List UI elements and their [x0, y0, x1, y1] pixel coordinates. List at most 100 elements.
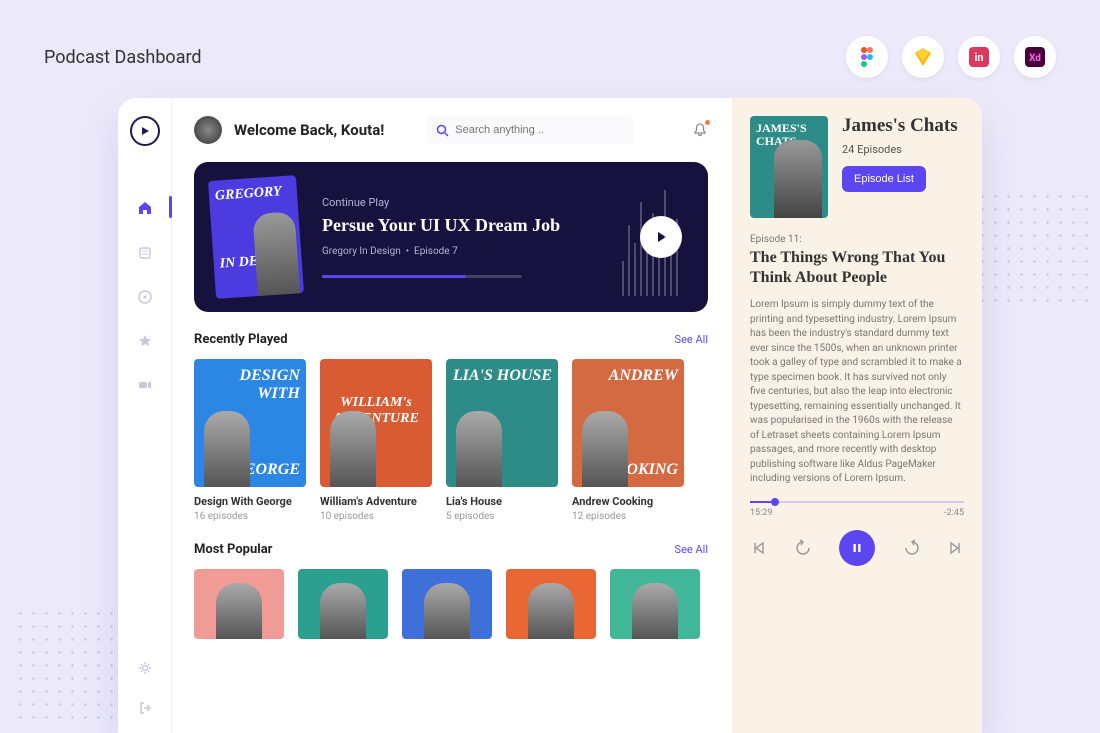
hero-cover-person	[252, 211, 300, 296]
cover-person	[424, 583, 470, 639]
cover-person	[320, 583, 366, 639]
podcast-cover-art: WILLIAM's ADVENTURE	[320, 359, 432, 487]
player-forward-button[interactable]	[903, 539, 921, 557]
detail-cover-art: JAMES'S CHATS	[750, 116, 828, 218]
player-progress[interactable]	[750, 501, 964, 503]
detail-episode-label: Episode 11:	[750, 234, 964, 245]
waveform-decoration	[622, 178, 692, 296]
xd-icon[interactable]: Xd	[1014, 36, 1056, 78]
welcome-text: Welcome Back, Kouta!	[234, 121, 384, 139]
player-prev-button[interactable]	[752, 541, 766, 555]
hero-progress[interactable]	[322, 275, 522, 278]
invision-icon[interactable]: in	[958, 36, 1000, 78]
podcast-card[interactable]: LIA'S HOUSE Lia's House 5 episodes	[446, 359, 558, 522]
sketch-icon[interactable]	[902, 36, 944, 78]
podcast-title: William's Adventure	[320, 495, 432, 508]
most-popular-heading: Most Popular	[194, 542, 272, 557]
popular-cover[interactable]	[506, 569, 596, 639]
cover-person	[528, 583, 574, 639]
podcast-card[interactable]: DESIGN WITHGEORGE Design With George 16 ep…	[194, 359, 306, 522]
main-content: Welcome Back, Kouta! GREGORY IN DESIGN	[172, 98, 732, 733]
podcast-cover-art: DESIGN WITHGEORGE	[194, 359, 306, 487]
podcast-cover-art: ANDREWCOOKING	[572, 359, 684, 487]
player-pause-button[interactable]	[839, 530, 875, 566]
podcast-title: Lia's House	[446, 495, 558, 508]
popular-cover[interactable]	[402, 569, 492, 639]
cover-text: LIA'S HOUSE	[453, 367, 552, 385]
podcast-episode-count: 16 episodes	[194, 511, 306, 522]
search-box[interactable]	[426, 116, 634, 144]
nav-explore[interactable]	[138, 290, 152, 304]
detail-cover-person	[774, 140, 822, 218]
continue-play-card[interactable]: GREGORY IN DESIGN Continue Play Persue Y…	[194, 162, 708, 312]
hero-cover-text-1: GREGORY	[215, 184, 283, 205]
cover-person	[456, 411, 502, 487]
sidebar	[118, 98, 172, 733]
player-next-button[interactable]	[948, 541, 962, 555]
most-popular-list	[194, 569, 708, 639]
search-input[interactable]	[455, 124, 624, 136]
cover-text: DESIGN WITH	[194, 367, 300, 403]
notifications-button[interactable]	[692, 122, 708, 138]
decorative-dots	[14, 607, 134, 727]
hero-meta: Gregory In Design • Episode 7	[322, 246, 640, 257]
cover-person	[216, 583, 262, 639]
content-header: Welcome Back, Kouta!	[194, 116, 708, 144]
tool-icon-row: in Xd	[846, 36, 1056, 78]
nav-video[interactable]	[138, 378, 152, 392]
svg-text:Xd: Xd	[1029, 53, 1041, 64]
recently-played-list: DESIGN WITHGEORGE Design With George 16 ep…	[194, 359, 708, 522]
pause-icon	[850, 541, 864, 555]
podcast-card[interactable]: ANDREWCOOKING Andrew Cooking 12 episodes	[572, 359, 684, 522]
cover-text: ANDREW	[609, 367, 678, 385]
podcast-episode-count: 12 episodes	[572, 511, 684, 522]
dashboard: Welcome Back, Kouta! GREGORY IN DESIGN	[118, 98, 982, 733]
user-avatar[interactable]	[194, 116, 222, 144]
figma-icon[interactable]	[846, 36, 888, 78]
podcast-episode-count: 5 episodes	[446, 511, 558, 522]
nav-settings[interactable]	[138, 661, 152, 675]
nav-home[interactable]	[137, 200, 153, 216]
popular-cover[interactable]	[610, 569, 700, 639]
recently-played-see-all[interactable]: See All	[675, 333, 708, 346]
forward-icon	[903, 539, 921, 557]
decorative-dots	[976, 190, 1096, 310]
hero-cover-art: GREGORY IN DESIGN	[208, 175, 304, 299]
hero-title: Persue Your UI UX Dream Job	[322, 215, 640, 236]
nav-favorites[interactable]	[138, 334, 152, 348]
detail-description: Lorem Ipsum is simply dummy text of the …	[750, 298, 964, 487]
detail-episode-title: The Things Wrong That You Think About Pe…	[750, 248, 964, 288]
svg-text:in: in	[974, 51, 983, 64]
podcast-episode-count: 10 episodes	[320, 511, 432, 522]
rewind-icon	[794, 539, 812, 557]
player-time-remaining: -2:45	[944, 508, 964, 518]
detail-panel: JAMES'S CHATS James's Chats 24 Episodes …	[732, 98, 982, 733]
page-title: Podcast Dashboard	[44, 47, 202, 68]
nav-logout[interactable]	[138, 701, 152, 715]
cover-person	[204, 411, 250, 487]
podcast-title: Design With George	[194, 495, 306, 508]
cover-person	[632, 583, 678, 639]
cover-person	[330, 411, 376, 487]
episode-list-button[interactable]: Episode List	[842, 166, 926, 192]
nav-library[interactable]	[138, 246, 152, 260]
detail-show-title: James's Chats	[842, 116, 964, 137]
podcast-cover-art: LIA'S HOUSE	[446, 359, 558, 487]
most-popular-see-all[interactable]: See All	[675, 543, 708, 556]
podcast-card[interactable]: WILLIAM's ADVENTURE William's Adventure 10…	[320, 359, 432, 522]
hero-subtitle: Continue Play	[322, 196, 640, 209]
player-controls	[750, 530, 964, 566]
search-icon	[436, 124, 449, 137]
popular-cover[interactable]	[298, 569, 388, 639]
app-logo[interactable]	[130, 116, 160, 146]
player-rewind-button[interactable]	[794, 539, 812, 557]
bell-icon	[692, 122, 708, 138]
cover-person	[582, 411, 628, 487]
detail-episode-count: 24 Episodes	[842, 143, 964, 156]
popular-cover[interactable]	[194, 569, 284, 639]
skip-forward-icon	[948, 541, 962, 555]
podcast-title: Andrew Cooking	[572, 495, 684, 508]
recently-played-heading: Recently Played	[194, 332, 288, 347]
skip-back-icon	[752, 541, 766, 555]
player-time-elapsed: 15:29	[750, 508, 772, 518]
